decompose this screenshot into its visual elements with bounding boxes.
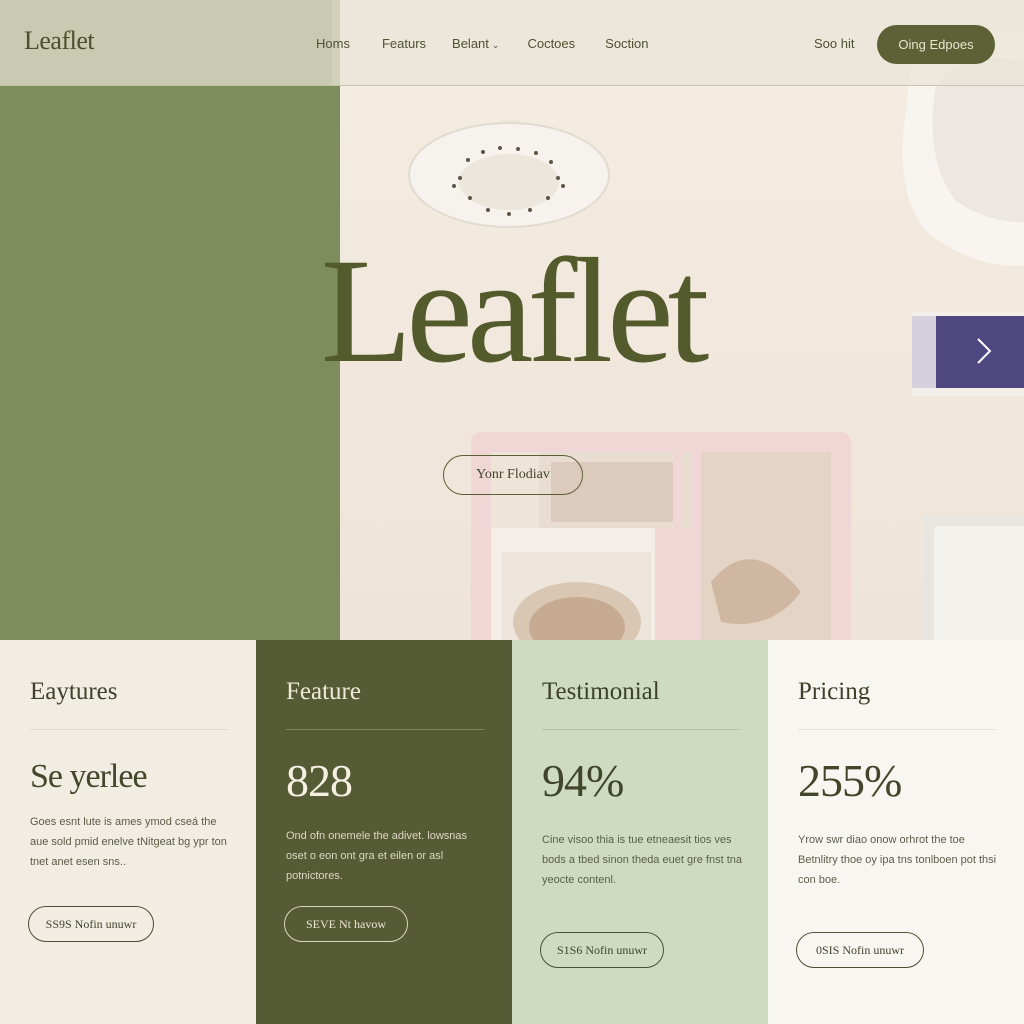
card-stat: 255% xyxy=(798,755,902,806)
ceramic-dish-image xyxy=(408,120,610,228)
card-body: Ond ofn onemele the adivet. lowsnas oset… xyxy=(286,830,468,882)
card-divider xyxy=(542,729,740,730)
card-divider xyxy=(286,729,484,730)
card-testimonial: Testimonial 94% Cine visoo thia is tue e… xyxy=(512,640,768,1024)
card-stat: 94% xyxy=(542,755,624,806)
card-action-button[interactable]: SS9S Nofin unuwr xyxy=(28,906,154,942)
nav-link-dropdown[interactable]: Belant ⌄ xyxy=(452,36,499,51)
hero-section: Leaflet Homs Featurs Belant ⌄ Coctoes Soc… xyxy=(0,0,1024,640)
card-pricing: Pricing 255% Yrow swr diao onow orhrot t… xyxy=(768,640,1024,1024)
sign-in-link[interactable]: Soo hit xyxy=(814,36,854,51)
card-divider xyxy=(30,729,228,730)
card-stat: Se yerlee xyxy=(30,758,148,795)
card-body: Yrow swr diao onow orhrot the toe Betnli… xyxy=(798,834,997,886)
card-action-button[interactable]: 0SIS Nofin unuwr xyxy=(796,932,924,968)
card-stat: 828 xyxy=(286,755,353,806)
card-action-button[interactable]: S1S6 Nofin unuwr xyxy=(540,932,664,968)
hero-title: Leaflet xyxy=(320,228,710,394)
card-action-button[interactable]: SEVE Nt havow xyxy=(284,906,408,942)
card-divider xyxy=(798,729,996,730)
hero-cta-button[interactable]: Yonr Flodiav xyxy=(443,455,583,495)
carousel-next-button[interactable] xyxy=(970,333,998,369)
white-tile-image xyxy=(922,514,1024,640)
chevron-down-icon: ⌄ xyxy=(491,40,500,50)
nav-link-contacts[interactable]: Coctoes xyxy=(527,36,575,51)
card-feature: Feature 828 Ond ofn onemele the adivet. … xyxy=(256,640,512,1024)
card-title: Feature xyxy=(286,678,361,705)
nav-link-section[interactable]: Soction xyxy=(605,36,648,51)
card-title: Pricing xyxy=(798,678,871,705)
card-title: Testimonial xyxy=(542,678,660,705)
top-navigation: Leaflet Homs Featurs Belant ⌄ Coctoes Soc… xyxy=(0,0,1024,86)
card-body: Goes esnt lute is ames ymod cseá the aue… xyxy=(30,816,227,868)
chevron-right-icon xyxy=(977,338,992,364)
get-started-button[interactable]: Oing Edpoes xyxy=(877,25,995,64)
nav-link-features[interactable]: Featurs xyxy=(382,36,426,51)
nav-links: Homs Featurs Belant ⌄ Coctoes Soction xyxy=(316,36,677,51)
feature-cards: Eaytures Se yerlee Goes esnt lute is ame… xyxy=(0,640,1024,1024)
nav-link-home[interactable]: Homs xyxy=(316,36,350,51)
card-features: Eaytures Se yerlee Goes esnt lute is ame… xyxy=(0,640,256,1024)
brand-logo[interactable]: Leaflet xyxy=(24,26,95,56)
card-title: Eaytures xyxy=(30,678,118,705)
nav-link-dropdown-label: Belant xyxy=(452,36,489,51)
card-body: Cine visoo thia is tue etneaesit tios ve… xyxy=(542,834,742,886)
